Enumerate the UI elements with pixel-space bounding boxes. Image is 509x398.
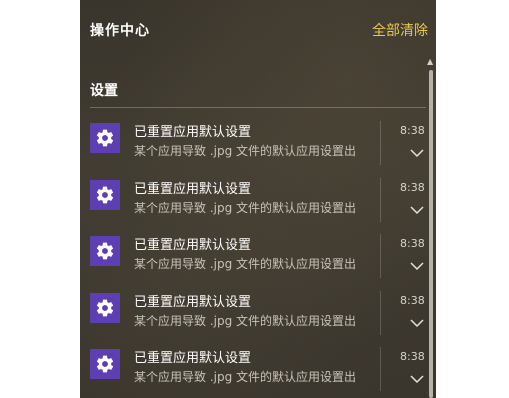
- chevron-down-icon[interactable]: [410, 148, 424, 158]
- notification-item[interactable]: 已重置应用默认设置 某个应用导致 .jpg 文件的默认应用设置出 8:38: [80, 172, 426, 229]
- chevron-down-icon[interactable]: [410, 318, 424, 328]
- action-center-title: 操作中心: [90, 23, 150, 39]
- notification-time: 8:38: [400, 237, 425, 250]
- scrollbar[interactable]: ▲: [427, 58, 434, 398]
- chevron-down-icon[interactable]: [410, 261, 424, 271]
- notification-body: 某个应用导致 .jpg 文件的默认应用设置出: [134, 313, 357, 328]
- notification-divider: [380, 290, 381, 335]
- notification-item[interactable]: 已重置应用默认设置 某个应用导致 .jpg 文件的默认应用设置出 8:38: [80, 285, 426, 342]
- notification-item[interactable]: 已重置应用默认设置 某个应用导致 .jpg 文件的默认应用设置出 8:38: [80, 115, 426, 172]
- section-divider: [90, 107, 426, 108]
- notification-item[interactable]: 已重置应用默认设置 某个应用导致 .jpg 文件的默认应用设置出 8:38: [80, 228, 426, 285]
- notification-divider: [380, 177, 381, 222]
- gear-icon: [90, 179, 120, 210]
- gear-icon: [90, 349, 120, 379]
- scrollbar-thumb[interactable]: [429, 70, 433, 398]
- action-center-panel: 操作中心 全部清除 设置 已重置应用默认设置 某个应用导致 .jpg 文件的默认…: [80, 0, 436, 398]
- notification-time: 8:38: [400, 293, 425, 307]
- notification-item[interactable]: 已重置应用默认设置 某个应用导致 .jpg 文件的默认应用设置出 8:38: [80, 341, 426, 398]
- notification-body: 某个应用导致 .jpg 文件的默认应用设置出: [134, 144, 357, 158]
- notification-divider: [380, 347, 381, 391]
- notification-time: 8:38: [400, 350, 425, 363]
- notification-title: 已重置应用默认设置: [134, 351, 252, 366]
- scroll-up-arrow-icon[interactable]: ▲: [427, 58, 433, 66]
- section-title-settings: 设置: [90, 83, 118, 99]
- notification-title: 已重置应用默认设置: [134, 125, 252, 140]
- notification-body: 某个应用导致 .jpg 文件的默认应用设置出: [134, 200, 357, 215]
- chevron-down-icon[interactable]: [410, 205, 424, 215]
- gear-icon: [90, 236, 120, 266]
- notification-title: 已重置应用默认设置: [134, 181, 252, 197]
- chevron-down-icon[interactable]: [410, 374, 424, 384]
- clear-all-button[interactable]: 全部清除: [372, 20, 428, 40]
- notification-time: 8:38: [400, 124, 425, 137]
- notification-time: 8:38: [400, 180, 425, 194]
- notification-divider: [380, 121, 381, 165]
- notification-list: 已重置应用默认设置 某个应用导致 .jpg 文件的默认应用设置出 8:38 已重…: [80, 115, 426, 398]
- notification-body: 某个应用导致 .jpg 文件的默认应用设置出: [134, 370, 357, 384]
- notification-divider: [380, 234, 381, 278]
- gear-icon: [90, 123, 120, 153]
- notification-title: 已重置应用默认设置: [134, 238, 252, 253]
- notification-title: 已重置应用默认设置: [134, 294, 252, 310]
- gear-icon: [90, 292, 120, 323]
- notification-body: 某个应用导致 .jpg 文件的默认应用设置出: [134, 257, 357, 271]
- action-center-header: 操作中心 全部清除: [90, 20, 428, 40]
